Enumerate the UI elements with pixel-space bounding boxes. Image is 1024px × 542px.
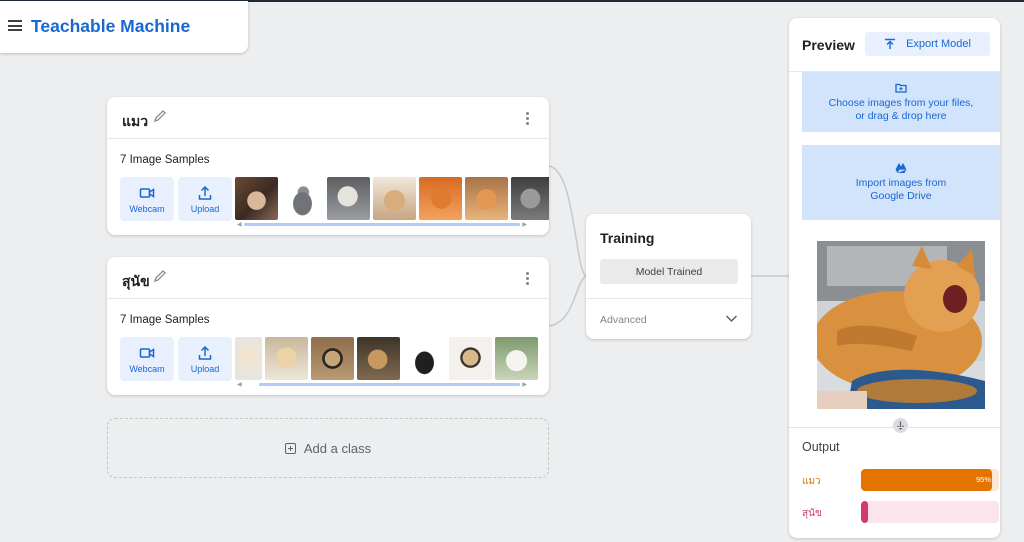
- sample-image[interactable]: [403, 337, 446, 380]
- confidence-bar: 95%: [861, 469, 999, 491]
- output-row-dog: สุนัข: [802, 501, 1000, 523]
- sample-image[interactable]: [311, 337, 354, 380]
- sample-image[interactable]: [465, 177, 508, 220]
- pencil-icon[interactable]: [153, 109, 167, 123]
- thumbnail-scrollbar[interactable]: ◀ ▶: [237, 222, 527, 228]
- sample-image[interactable]: [495, 337, 538, 380]
- class-header: แมว: [107, 97, 549, 139]
- export-model-button[interactable]: Export Model: [865, 32, 990, 56]
- upload-label: Upload: [190, 363, 220, 374]
- file-drop-zone[interactable]: Choose images from your files, or drag &…: [802, 72, 1000, 132]
- upload-button[interactable]: Upload: [178, 177, 232, 221]
- sample-image[interactable]: [327, 177, 370, 220]
- add-box-icon: [284, 442, 296, 454]
- drive-line2: Google Drive: [870, 190, 932, 202]
- divider: [586, 298, 751, 299]
- sample-image[interactable]: [235, 177, 278, 220]
- drive-line1: Import images from: [855, 177, 947, 189]
- sample-image[interactable]: [419, 177, 462, 220]
- confidence-percent: 95%: [975, 475, 991, 484]
- thumbnail-scrollbar[interactable]: ◀ ▶: [237, 382, 527, 388]
- upload-icon: [198, 345, 212, 360]
- sample-image[interactable]: [449, 337, 492, 380]
- choose-files-line1: Choose images from your files,: [828, 96, 974, 109]
- output-class-name: แมว: [802, 476, 821, 487]
- advanced-toggle[interactable]: Advanced: [600, 314, 647, 326]
- sample-image[interactable]: [373, 177, 416, 220]
- output-label: Output: [802, 440, 840, 454]
- export-icon: [885, 38, 896, 49]
- webcam-button[interactable]: Webcam: [120, 177, 174, 221]
- class-card-dog: สุนัข 7 Image Samples Webcam Upload ◀ ▶: [107, 257, 549, 395]
- preview-panel: Preview Export Model Choose images from …: [789, 18, 1000, 538]
- google-drive-icon: [895, 163, 907, 173]
- add-class-button[interactable]: Add a class: [107, 418, 549, 478]
- upload-label: Upload: [190, 203, 220, 214]
- divider: [789, 427, 1000, 428]
- menu-icon[interactable]: [8, 20, 22, 31]
- class-name[interactable]: แมว: [122, 111, 148, 133]
- google-drive-import[interactable]: Import images from Google Drive: [802, 145, 1000, 220]
- more-options-icon[interactable]: [526, 112, 530, 126]
- sample-image[interactable]: [357, 337, 400, 380]
- webcam-label: Webcam: [129, 203, 165, 214]
- page-edge: [1008, 18, 1024, 542]
- sample-thumbnails: [235, 177, 549, 220]
- samples-count: 7 Image Samples: [120, 314, 210, 326]
- app-title: Teachable Machine: [31, 16, 191, 36]
- class-header: สุนัข: [107, 257, 549, 299]
- training-title: Training: [600, 230, 655, 246]
- output-row-cat: แมว 95%: [802, 469, 1000, 491]
- sample-thumbnails: [235, 337, 538, 380]
- training-card: Training Model Trained Advanced: [586, 214, 751, 339]
- train-model-button[interactable]: Model Trained: [600, 259, 738, 284]
- preview-title: Preview: [802, 37, 855, 53]
- arrow-down-icon[interactable]: [893, 418, 908, 433]
- upload-icon: [198, 185, 212, 200]
- confidence-bar: [861, 501, 999, 523]
- chevron-down-icon[interactable]: [725, 314, 738, 323]
- webcam-button[interactable]: Webcam: [120, 337, 174, 381]
- webcam-icon: [139, 187, 155, 198]
- confidence-fill: [861, 501, 868, 523]
- sample-image[interactable]: [281, 177, 324, 220]
- upload-button[interactable]: Upload: [178, 337, 232, 381]
- export-model-label: Export Model: [906, 38, 971, 50]
- pencil-icon[interactable]: [153, 269, 167, 283]
- confidence-fill: [861, 469, 993, 491]
- preview-image: [817, 241, 985, 409]
- sample-image[interactable]: [265, 337, 308, 380]
- app-header: Teachable Machine: [0, 1, 248, 53]
- folder-icon: [895, 83, 907, 93]
- more-options-icon[interactable]: [526, 272, 530, 286]
- output-class-name: สุนัข: [802, 508, 822, 519]
- webcam-label: Webcam: [129, 363, 165, 374]
- webcam-icon: [139, 347, 155, 358]
- choose-files-line2: or drag & drop here: [855, 109, 947, 122]
- class-card-cat: แมว 7 Image Samples Webcam Upload ◀ ▶: [107, 97, 549, 235]
- class-name[interactable]: สุนัข: [122, 271, 150, 293]
- sample-image[interactable]: [235, 337, 262, 380]
- add-class-label: Add a class: [303, 440, 372, 456]
- samples-count: 7 Image Samples: [120, 154, 210, 166]
- sample-image[interactable]: [511, 177, 549, 220]
